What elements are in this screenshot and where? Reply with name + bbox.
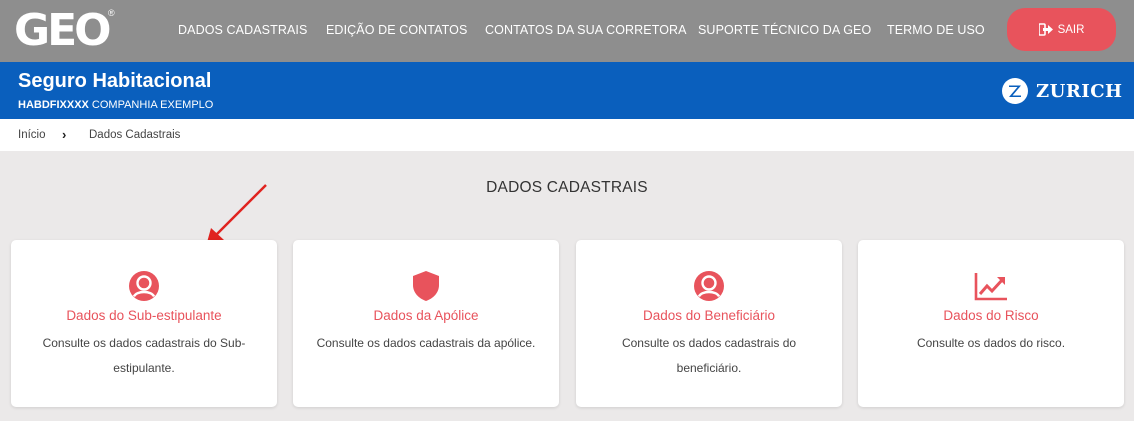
card-description: Consulte os dados cadastrais do benefici… — [621, 336, 797, 375]
insurer-name: ZURICH — [1036, 80, 1123, 102]
card-sub-estipulante[interactable]: Dados do Sub-estipulante Consulte os dad… — [11, 240, 277, 407]
breadcrumb-home-link[interactable]: Início — [18, 129, 46, 141]
nav-edicao-de-contatos[interactable]: EDIÇÃO DE CONTATOS — [326, 23, 467, 37]
logo-text: GEO — [14, 5, 112, 56]
card-risco[interactable]: Dados do Risco Consulte os dados do risc… — [858, 240, 1124, 407]
zurich-z-icon — [1002, 78, 1028, 104]
card-description: Consulte os dados cadastrais do Sub-esti… — [42, 336, 246, 375]
policy-header-band: Seguro Habitacional HABDFIXXXX COMPANHIA … — [0, 62, 1134, 119]
shield-icon — [413, 271, 439, 301]
geo-logo[interactable]: GEO ® — [14, 5, 115, 56]
top-navigation-bar: GEO ® DADOS CADASTRAIS EDIÇÃO DE CONTATO… — [0, 0, 1134, 62]
breadcrumb: Início › Dados Cadastrais — [0, 119, 1134, 151]
sign-out-icon — [1038, 23, 1053, 36]
nav-suporte-tecnico[interactable]: SUPORTE TÉCNICO DA GEO — [698, 23, 871, 37]
card-description: Consulte os dados do risco. — [916, 336, 1066, 350]
policy-company: COMPANHIA EXEMPLO — [91, 99, 214, 111]
nav-termo-de-uso[interactable]: TERMO DE USO — [887, 23, 985, 37]
user-circle-icon — [129, 271, 159, 301]
logout-button[interactable]: SAIR — [1007, 8, 1116, 51]
card-description: Consulte os dados cadastrais da apólice. — [316, 336, 536, 350]
user-circle-icon — [694, 271, 724, 301]
card-beneficiario[interactable]: Dados do Beneficiário Consulte os dados … — [576, 240, 842, 407]
page-title: DADOS CADASTRAIS — [486, 179, 648, 196]
card-title: Dados do Beneficiário — [642, 308, 776, 323]
logout-label: SAIR — [1057, 23, 1085, 36]
nav-contatos-da-sua-corretora[interactable]: CONTATOS DA SUA CORRETORA — [485, 23, 687, 37]
card-title: Dados da Apólice — [373, 308, 479, 323]
breadcrumb-separator: › — [62, 127, 67, 142]
breadcrumb-current: Dados Cadastrais — [89, 129, 181, 141]
nav-dados-cadastrais[interactable]: DADOS CADASTRAIS — [178, 23, 307, 37]
card-title: Dados do Risco — [943, 308, 1039, 323]
policy-code: HABDFIXXXX — [18, 99, 89, 111]
logo-registered-mark: ® — [108, 8, 115, 18]
policy-subtitle: HABDFIXXXX COMPANHIA EXEMPLO — [18, 99, 213, 111]
card-apolice[interactable]: Dados da Apólice Consulte os dados cadas… — [293, 240, 559, 407]
trending-up-chart-icon — [974, 273, 1007, 301]
zurich-logo: ZURICH — [1002, 78, 1123, 104]
policy-title: Seguro Habitacional — [18, 70, 212, 92]
card-title: Dados do Sub-estipulante — [66, 308, 222, 323]
